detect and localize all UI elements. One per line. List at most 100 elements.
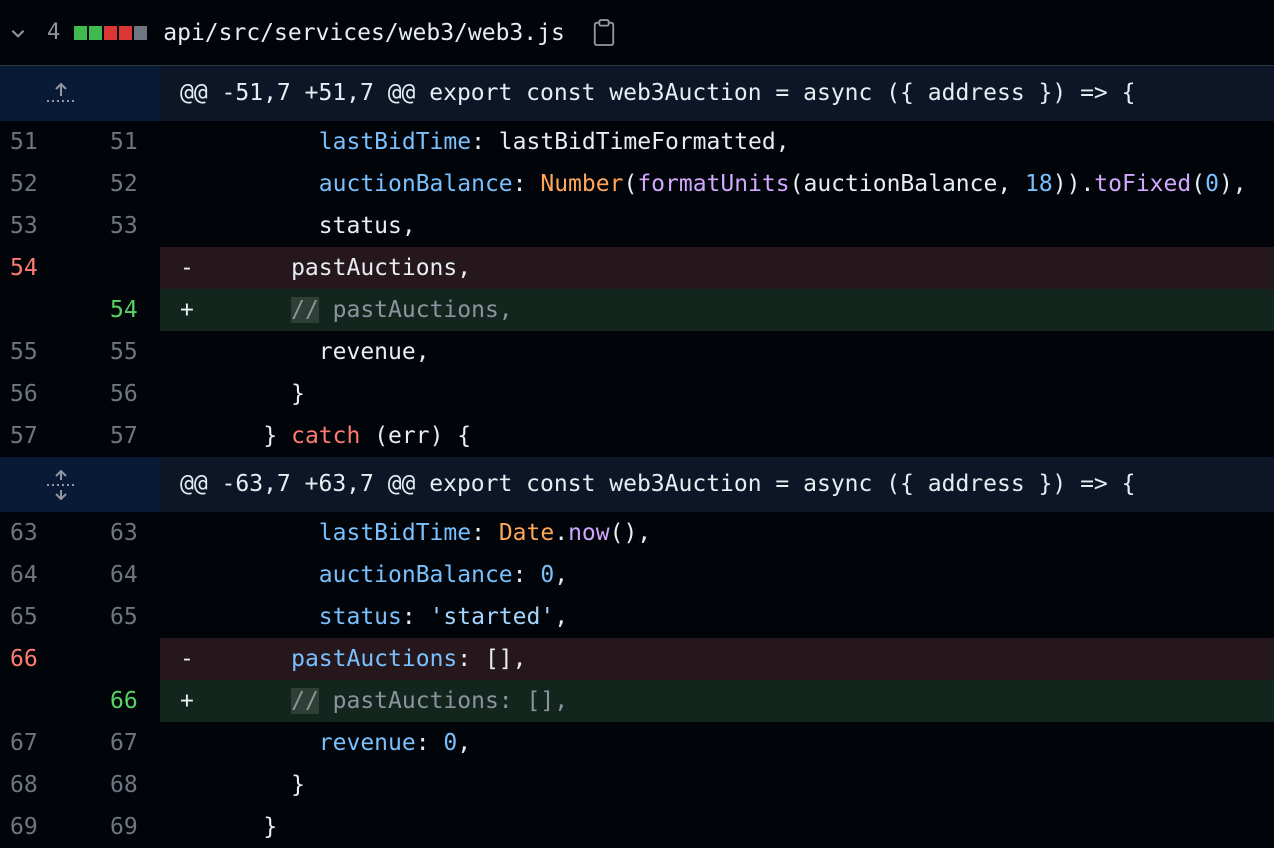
hunk-header-text: @@ -63,7 +63,7 @@ export const web3Aucti… [160, 457, 1274, 512]
old-line-number[interactable]: 53 [0, 205, 80, 247]
code-token: : [], [457, 646, 527, 672]
code-token: 0 [443, 730, 458, 756]
hunk-header: @@ -63,7 +63,7 @@ export const web3Aucti… [0, 457, 1274, 512]
diff-sign [160, 512, 208, 554]
code-token: (auctionBalance, [789, 171, 1026, 197]
diffstat-bar [74, 25, 148, 40]
diff-sign [160, 554, 208, 596]
code-token: : [401, 604, 430, 630]
code-token: : [415, 730, 444, 756]
code-text: status: 'started', [208, 596, 1274, 638]
old-line-number[interactable]: 64 [0, 554, 80, 596]
code-text: pastAuctions, [208, 247, 1274, 289]
code-token: // [291, 297, 319, 323]
old-line-number[interactable]: 57 [0, 415, 80, 457]
new-line-number[interactable]: 51 [80, 121, 160, 163]
diff-sign: + [160, 289, 208, 331]
deleted-line: 66 - pastAuctions: [], [0, 638, 1274, 680]
code-token: lastBidTime [318, 129, 472, 155]
new-line-number[interactable]: 56 [80, 373, 160, 415]
context-line: 63 63 lastBidTime: Date.now(), [0, 512, 1274, 554]
new-line-number[interactable] [80, 247, 160, 289]
code-token: )). [1052, 171, 1095, 197]
old-line-number[interactable]: 67 [0, 722, 80, 764]
code-token: now [568, 520, 610, 546]
diff-sign [160, 722, 208, 764]
new-line-number[interactable]: 55 [80, 331, 160, 373]
file-path: api/src/services/web3/web3.js [163, 19, 565, 46]
code-token: ( [1191, 171, 1206, 197]
code-token: Number [540, 171, 624, 197]
diff-sign [160, 373, 208, 415]
diff-sign [160, 121, 208, 163]
code-token: : [471, 520, 499, 546]
old-line-number[interactable]: 55 [0, 331, 80, 373]
context-line: 55 55 revenue, [0, 331, 1274, 373]
context-line: 51 51 lastBidTime: lastBidTimeFormatted, [0, 121, 1274, 163]
code-token: , [554, 562, 569, 588]
new-line-number[interactable]: 57 [80, 415, 160, 457]
code-token: } [208, 423, 292, 449]
new-line-number[interactable] [80, 638, 160, 680]
new-line-number[interactable]: 52 [80, 163, 160, 205]
old-line-number[interactable]: 63 [0, 512, 80, 554]
code-token: revenue [318, 730, 416, 756]
code-token: lastBidTime [318, 520, 472, 546]
code-token: Date [498, 520, 555, 546]
context-line: 68 68 } [0, 764, 1274, 806]
code-token: pastAuctions, [318, 297, 513, 323]
context-line: 65 65 status: 'started', [0, 596, 1274, 638]
context-line: 52 52 auctionBalance: Number(formatUnits(… [0, 163, 1274, 205]
diff-sign: - [160, 247, 208, 289]
chevron-down-icon[interactable] [4, 19, 32, 47]
diff-sign: + [160, 680, 208, 722]
code-token: 0 [540, 562, 555, 588]
clipboard-icon[interactable] [591, 18, 617, 48]
code-token: 0 [1205, 171, 1219, 197]
code-token: , [554, 604, 569, 630]
old-line-number[interactable] [0, 680, 80, 722]
diff-view: @@ -51,7 +51,7 @@ export const web3Aucti… [0, 66, 1274, 848]
new-line-number[interactable]: 53 [80, 205, 160, 247]
added-line: 66 + // pastAuctions: [], [0, 680, 1274, 722]
code-text: // pastAuctions: [], [208, 680, 1274, 722]
old-line-number[interactable]: 68 [0, 764, 80, 806]
old-line-number[interactable]: 56 [0, 373, 80, 415]
code-text: auctionBalance: 0, [208, 554, 1274, 596]
code-text: lastBidTime: lastBidTimeFormatted, [208, 121, 1274, 163]
code-token: : [512, 171, 541, 197]
old-line-number[interactable]: 52 [0, 163, 80, 205]
expand-both-icon[interactable] [0, 457, 160, 512]
new-line-number[interactable]: 65 [80, 596, 160, 638]
new-line-number[interactable]: 67 [80, 722, 160, 764]
code-token: auctionBalance [318, 171, 513, 197]
diff-sign [160, 764, 208, 806]
code-text: lastBidTime: Date.now(), [208, 512, 1274, 554]
old-line-number[interactable] [0, 289, 80, 331]
old-line-number[interactable]: 51 [0, 121, 80, 163]
code-token: ), [1218, 171, 1247, 197]
code-text: } [208, 373, 1274, 415]
diffstat-block [89, 25, 103, 40]
diff-sign: - [160, 638, 208, 680]
new-line-number[interactable]: 66 [80, 680, 160, 722]
code-token: auctionBalance [318, 562, 513, 588]
code-token: catch [291, 423, 361, 449]
expand-up-icon[interactable] [0, 66, 160, 121]
code-token: 'started' [429, 604, 555, 630]
code-text: revenue: 0, [208, 722, 1274, 764]
code-token: } [208, 772, 305, 798]
new-line-number[interactable]: 63 [80, 512, 160, 554]
new-line-number[interactable]: 68 [80, 764, 160, 806]
code-token: (), [609, 520, 652, 546]
old-line-number[interactable]: 66 [0, 638, 80, 680]
old-line-number[interactable]: 65 [0, 596, 80, 638]
new-line-number[interactable]: 54 [80, 289, 160, 331]
old-line-number[interactable]: 54 [0, 247, 80, 289]
code-token: revenue, [208, 339, 430, 365]
new-line-number[interactable]: 64 [80, 554, 160, 596]
